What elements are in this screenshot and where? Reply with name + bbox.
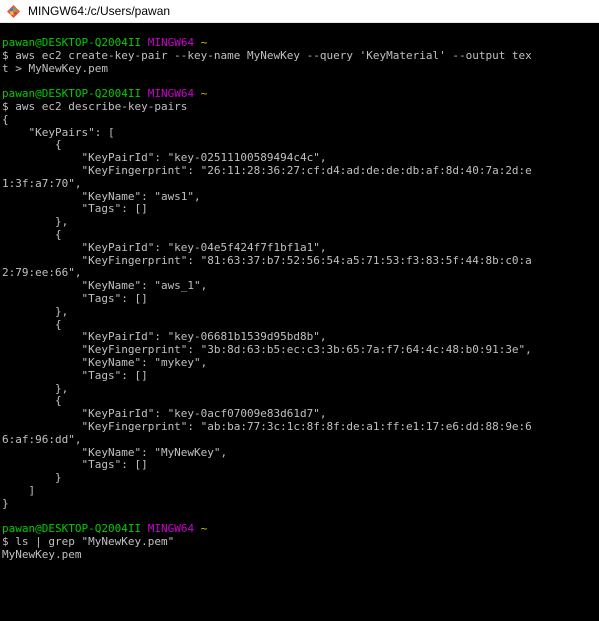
output-line: {: [2, 318, 62, 331]
command-line: $ ls | grep "MyNewKey.pem": [2, 536, 175, 549]
prompt-user-host: pawan@DESKTOP-Q2004II: [2, 88, 142, 101]
output-line: {: [2, 113, 9, 126]
output-line: }: [2, 472, 62, 485]
prompt-path: ~: [200, 523, 208, 536]
command-line: $ aws ec2 create-key-pair --key-name MyN…: [2, 49, 532, 62]
output-line: "KeyName": "mykey",: [2, 356, 208, 369]
prompt-system: MINGW64: [147, 88, 195, 101]
prompt-line: pawan@DESKTOP-Q2004II MINGW64 ~: [2, 523, 599, 536]
output-line: "KeyName": "aws_1",: [2, 280, 208, 293]
window-title: MINGW64:/c/Users/pawan: [28, 4, 171, 18]
output-line: "KeyFingerprint": "26:11:28:36:27:cf:d4:…: [2, 164, 532, 177]
output-line: "KeyPairId": "key-04e5f424f7f1bf1a1",: [2, 241, 327, 254]
git-bash-icon: [7, 5, 20, 18]
output-line: "KeyName": "aws1",: [2, 190, 201, 203]
output-line: "KeyName": "MyNewKey",: [2, 446, 228, 459]
prompt-user-host: pawan@DESKTOP-Q2004II: [2, 523, 142, 536]
output-line: "KeyPairId": "key-06681b1539d95bd8b",: [2, 331, 327, 344]
output-line: "Tags": []: [2, 292, 148, 305]
output-line: "Tags": []: [2, 203, 148, 216]
output-line: "KeyFingerprint": "81:63:37:b7:52:56:54:…: [2, 254, 532, 267]
title-bar[interactable]: MINGW64:/c/Users/pawan: [0, 0, 599, 23]
output-line: "Tags": []: [2, 369, 148, 382]
output-line: 2:79:ee:66",: [2, 267, 82, 280]
prompt-path: ~: [200, 88, 208, 101]
output-line: 1:3f:a7:70",: [2, 177, 82, 190]
command-line: $ aws ec2 describe-key-pairs: [2, 100, 188, 113]
output-line: },: [2, 305, 69, 318]
output-line: "KeyFingerprint": "3b:8d:63:b5:ec:c3:3b:…: [2, 344, 532, 357]
output-line: "KeyPairs": [: [2, 126, 115, 139]
prompt-system: MINGW64: [147, 37, 195, 49]
output-line: "KeyPairId": "key-0acf07009e83d61d7",: [2, 408, 327, 421]
command-line: t > MyNewKey.pem: [2, 62, 108, 75]
output-line: "KeyFingerprint": "ab:ba:77:3c:1c:8f:8f:…: [2, 420, 532, 433]
output-line: ]: [2, 484, 36, 497]
prompt-line: pawan@DESKTOP-Q2004II MINGW64 ~: [2, 88, 599, 101]
output-line: }: [2, 497, 9, 510]
prompt-user-host: pawan@DESKTOP-Q2004II: [2, 37, 142, 49]
output-line: {: [2, 139, 62, 152]
prompt-path: ~: [200, 37, 208, 49]
output-line: },: [2, 216, 69, 229]
output-line: {: [2, 395, 62, 408]
output-line: },: [2, 382, 69, 395]
prompt-system: MINGW64: [147, 523, 195, 536]
output-line: MyNewKey.pem: [2, 548, 82, 561]
output-line: {: [2, 228, 62, 241]
prompt-line: pawan@DESKTOP-Q2004II MINGW64 ~: [2, 37, 599, 50]
output-line: "KeyPairId": "key-02511100589494c4c",: [2, 152, 327, 165]
terminal-window: MINGW64:/c/Users/pawan pawan@DESKTOP-Q20…: [0, 0, 599, 621]
terminal-output[interactable]: pawan@DESKTOP-Q2004II MINGW64 ~ $ aws ec2…: [2, 37, 599, 562]
output-line: "Tags": []: [2, 459, 148, 472]
output-line: 6:af:96:dd",: [2, 433, 82, 446]
